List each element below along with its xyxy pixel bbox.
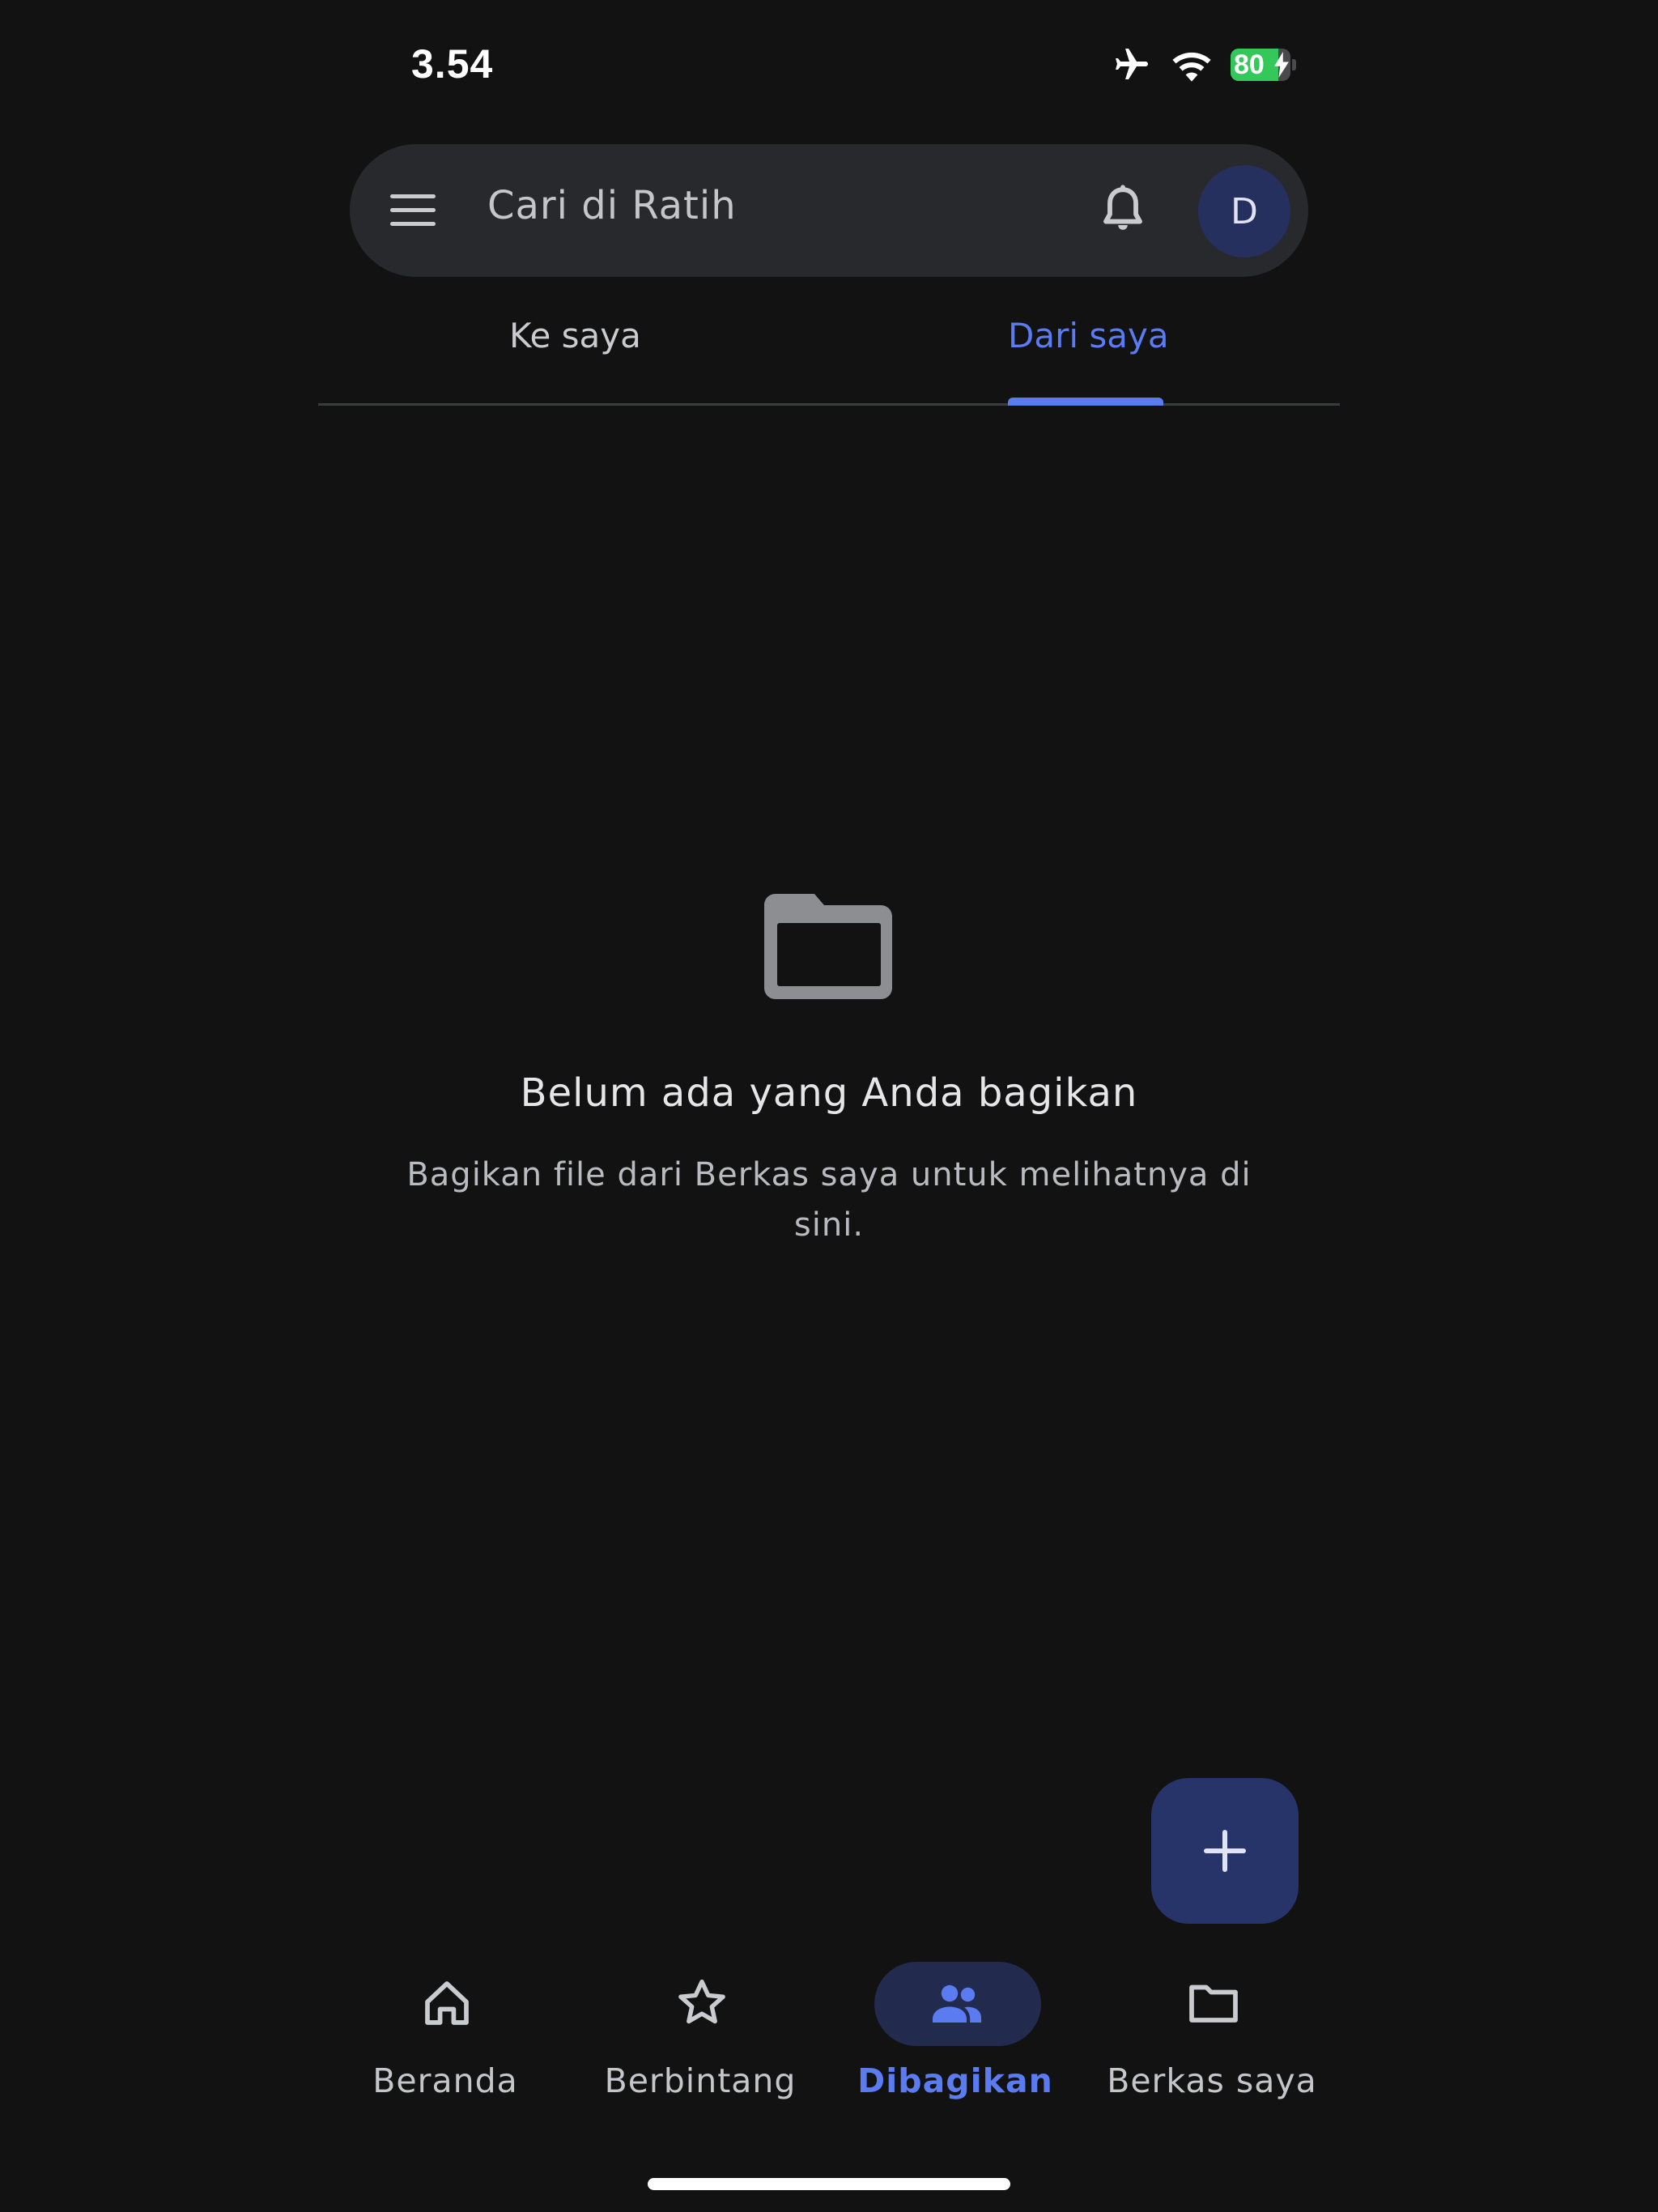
tab-ke-saya[interactable]: Ke saya [509,316,641,355]
bell-icon[interactable] [1095,181,1151,238]
nav-label-beranda: Beranda [372,2061,518,2100]
battery-tip [1292,59,1296,70]
screen: 3.54 80 Cari di Ratih D Ke saya Dari say… [0,0,1658,2212]
nav-item-beranda[interactable]: Beranda [324,1959,567,2121]
search-input[interactable]: Cari di Ratih [487,183,737,228]
add-button[interactable] [1151,1778,1299,1924]
folder-icon [764,894,892,999]
charging-bolt-icon [1274,52,1289,78]
home-indicator[interactable] [648,2178,1010,2190]
empty-state-subtitle: Bagikan file dari Berkas saya untuk meli… [406,1156,1252,1244]
search-bar[interactable]: Cari di Ratih D [350,144,1308,277]
status-icons: 80 [1111,42,1296,87]
nav-label-berkas-saya: Berkas saya [1107,2061,1317,2100]
status-time: 3.54 [411,41,494,87]
nav-label-dibagikan: Dibagikan [857,2061,1053,2100]
home-icon [425,1981,469,2025]
battery-charging-icon: 80 [1231,49,1290,81]
nav-item-berkas-saya[interactable]: Berkas saya [1090,1959,1333,2121]
tab-bar: Ke saya Dari saya [318,293,1340,406]
nav-item-berbintang[interactable]: Berbintang [579,1959,822,2121]
empty-state-title: Belum ada yang Anda bagikan [520,1070,1138,1116]
nav-label-berbintang: Berbintang [604,2061,797,2100]
people-icon [933,1984,981,2023]
menu-icon[interactable] [389,186,437,235]
star-icon [678,1979,725,2024]
tab-dari-saya[interactable]: Dari saya [1008,316,1169,355]
wifi-icon [1172,52,1211,82]
airplane-icon [1116,49,1148,79]
nav-item-dibagikan[interactable]: Dibagikan [834,1959,1077,2121]
tab-active-indicator [1008,398,1163,406]
avatar[interactable]: D [1198,165,1290,257]
battery-level: 80 [1234,49,1265,80]
plus-icon [1204,1830,1246,1872]
folder-icon [1189,1984,1238,2023]
